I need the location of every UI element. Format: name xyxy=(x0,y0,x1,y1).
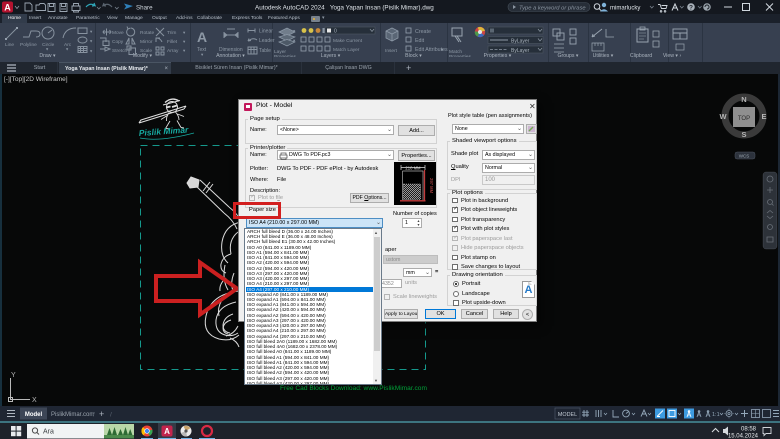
svg-text:E: E xyxy=(761,112,766,121)
svg-text:PislikMimar.com: PislikMimar.com xyxy=(51,412,94,418)
svg-text:Trim: Trim xyxy=(167,30,176,36)
svg-text:Match Layer: Match Layer xyxy=(333,47,360,53)
svg-text:▾: ▾ xyxy=(183,48,186,53)
svg-text:Create: Create xyxy=(415,29,431,35)
svg-text:TOP: TOP xyxy=(738,116,750,122)
svg-text:MODEL: MODEL xyxy=(558,412,577,418)
svg-text:Free Cad Blocks Download: www.: Free Cad Blocks Download: www.PislikMima… xyxy=(280,385,427,392)
svg-text:Scale: Scale xyxy=(140,48,152,54)
svg-text:Make Current: Make Current xyxy=(333,38,363,44)
svg-text:Line: Line xyxy=(5,42,14,48)
svg-text:Insert: Insert xyxy=(385,48,398,54)
svg-text:0: 0 xyxy=(334,29,337,35)
svg-text:Array: Array xyxy=(167,48,179,54)
svg-text:Ara: Ara xyxy=(43,429,54,436)
svg-text:A: A xyxy=(164,427,170,436)
svg-text:Circle: Circle xyxy=(42,42,55,48)
svg-text:ByLayer: ByLayer xyxy=(511,39,530,45)
svg-text:15.04.2024: 15.04.2024 xyxy=(728,434,759,439)
svg-text:▾: ▾ xyxy=(90,29,93,34)
svg-text:A: A xyxy=(4,3,11,13)
svg-text:Move: Move xyxy=(112,30,124,36)
svg-text:/: / xyxy=(93,412,95,419)
svg-text:▾: ▾ xyxy=(90,49,93,54)
svg-text:Stretch: Stretch xyxy=(112,48,128,54)
svg-text:1:1: 1:1 xyxy=(712,412,720,418)
svg-text:Copy: Copy xyxy=(112,39,124,45)
svg-text:ByLayer: ByLayer xyxy=(511,48,530,54)
svg-text:?: ? xyxy=(689,5,693,12)
svg-text:Dimension: Dimension xyxy=(219,47,243,53)
svg-text:Properties: Properties xyxy=(274,54,296,57)
svg-text:Edit: Edit xyxy=(415,38,425,44)
svg-text:Y: Y xyxy=(11,372,16,379)
svg-text:▾: ▾ xyxy=(183,39,186,44)
svg-text:Type a keyword or phrase: Type a keyword or phrase xyxy=(519,5,586,11)
svg-text:X: X xyxy=(32,397,37,404)
svg-text:mimarlucky: mimarlucky xyxy=(610,6,640,12)
svg-text:+: + xyxy=(99,409,104,419)
svg-text:WCS: WCS xyxy=(739,154,750,159)
svg-text:Model: Model xyxy=(25,412,43,418)
svg-text:Leader: Leader xyxy=(259,38,275,44)
svg-text:S: S xyxy=(741,130,746,139)
svg-text:N: N xyxy=(741,95,746,104)
svg-text:A: A xyxy=(197,29,207,45)
svg-text:210 MM: 210 MM xyxy=(405,166,421,171)
svg-text:Table: Table xyxy=(259,48,271,54)
svg-text:Linear: Linear xyxy=(259,29,273,35)
svg-text:Polyline: Polyline xyxy=(20,42,37,48)
svg-text:▾: ▾ xyxy=(183,30,186,35)
svg-text:Rotate: Rotate xyxy=(140,30,154,36)
svg-text:Mirror: Mirror xyxy=(140,39,153,45)
svg-text:W: W xyxy=(719,112,727,121)
svg-text:/: / xyxy=(110,412,112,419)
svg-text:08:58: 08:58 xyxy=(741,427,757,433)
svg-text:Share: Share xyxy=(136,5,153,12)
svg-text:Fillet: Fillet xyxy=(167,39,178,45)
svg-text:Autodesk AutoCAD 2024 Yoga Y: Autodesk AutoCAD 2024 Yoga Yapan Insan (… xyxy=(255,5,434,12)
svg-text:Properties: Properties xyxy=(449,54,471,57)
svg-text:297 MM: 297 MM xyxy=(429,178,434,194)
svg-text:▾: ▾ xyxy=(90,39,93,44)
